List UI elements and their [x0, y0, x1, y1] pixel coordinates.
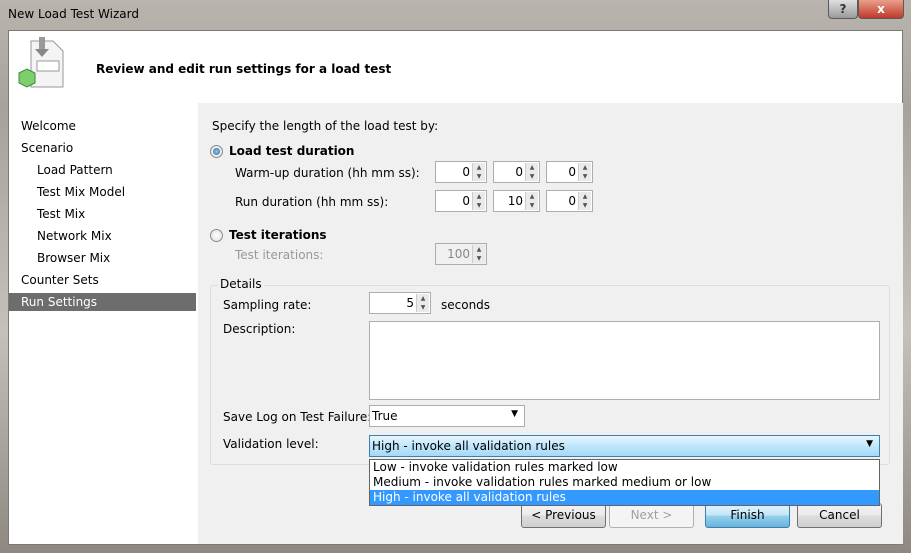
- nav-item-load-pattern[interactable]: Load Pattern: [37, 161, 113, 179]
- chevron-down-icon: ▼: [511, 409, 518, 419]
- option-low[interactable]: Low - invoke validation rules marked low: [370, 460, 879, 475]
- iterations-option-label[interactable]: Test iterations: [229, 228, 327, 242]
- value: 0: [462, 194, 470, 208]
- nav-item-run-settings[interactable]: Run Settings: [9, 293, 196, 311]
- run-hours-spinner[interactable]: 0 ▲ ▼: [435, 190, 487, 212]
- save-log-dropdown[interactable]: True ▼: [369, 405, 525, 427]
- warmup-label: Warm-up duration (hh mm ss):: [235, 166, 420, 180]
- spinner-arrows-icon[interactable]: ▲ ▼: [416, 294, 429, 312]
- validation-level-dropdown[interactable]: High - invoke all validation rules ▼: [369, 435, 880, 457]
- cancel-button[interactable]: Cancel: [797, 503, 882, 528]
- wizard-nav: Welcome Scenario Load Pattern Test Mix M…: [9, 103, 197, 544]
- selected-value: True: [372, 409, 398, 423]
- duration-radio[interactable]: [210, 145, 223, 158]
- details-legend: Details: [218, 277, 264, 291]
- header-title: Review and edit run settings for a load …: [96, 62, 392, 76]
- description-textarea[interactable]: [369, 321, 880, 400]
- iterations-radio[interactable]: [210, 229, 223, 242]
- duration-option-label[interactable]: Load test duration: [229, 144, 354, 158]
- iterations-label: Test iterations:: [235, 248, 324, 262]
- help-button[interactable]: ?: [828, 0, 858, 19]
- nav-item-test-mix[interactable]: Test Mix: [37, 205, 85, 223]
- close-button[interactable]: x: [858, 0, 904, 19]
- previous-button[interactable]: < Previous: [521, 503, 606, 528]
- nav-item-counter-sets[interactable]: Counter Sets: [21, 271, 99, 289]
- description-label: Description:: [223, 322, 296, 336]
- save-log-label: Save Log on Test Failure:: [223, 410, 372, 424]
- load-test-wizard-icon: [18, 37, 64, 88]
- nav-item-test-mix-model[interactable]: Test Mix Model: [37, 183, 125, 201]
- spinner-arrows-icon[interactable]: ▲ ▼: [525, 163, 538, 181]
- value: 100: [447, 247, 470, 261]
- nav-item-network-mix[interactable]: Network Mix: [37, 227, 112, 245]
- finish-button[interactable]: Finish: [705, 503, 790, 528]
- sampling-rate-label: Sampling rate:: [223, 298, 312, 312]
- nav-item-browser-mix[interactable]: Browser Mix: [37, 249, 110, 267]
- value: 0: [568, 194, 576, 208]
- value: 0: [515, 165, 523, 179]
- spinner-arrows-icon[interactable]: ▲ ▼: [578, 163, 591, 181]
- spinner-arrows-icon[interactable]: ▲ ▼: [525, 192, 538, 210]
- sampling-unit: seconds: [441, 298, 491, 312]
- option-high[interactable]: High - invoke all validation rules: [370, 490, 879, 505]
- spinner-arrows-icon[interactable]: ▲ ▼: [472, 163, 485, 181]
- warmup-hours-spinner[interactable]: 0 ▲ ▼: [435, 161, 487, 183]
- chevron-down-icon: ▼: [866, 439, 873, 449]
- spinner-arrows-icon: ▲ ▼: [472, 245, 485, 263]
- nav-item-scenario[interactable]: Scenario: [21, 139, 73, 157]
- next-button: Next >: [609, 503, 694, 528]
- value: 0: [568, 165, 576, 179]
- run-minutes-spinner[interactable]: 10 ▲ ▼: [493, 190, 540, 212]
- value: 0: [462, 165, 470, 179]
- warmup-seconds-spinner[interactable]: 0 ▲ ▼: [546, 161, 593, 183]
- selected-value: High - invoke all validation rules: [372, 439, 565, 453]
- window-title: New Load Test Wizard: [8, 7, 139, 21]
- value: 10: [507, 194, 523, 208]
- validation-level-options: Low - invoke validation rules marked low…: [369, 459, 880, 506]
- run-duration-label: Run duration (hh mm ss):: [235, 195, 389, 209]
- spinner-arrows-icon[interactable]: ▲ ▼: [578, 192, 591, 210]
- sampling-rate-spinner[interactable]: 5 ▲ ▼: [369, 292, 431, 314]
- value: 5: [406, 296, 414, 310]
- nav-item-welcome[interactable]: Welcome: [21, 117, 76, 135]
- length-prompt: Specify the length of the load test by:: [212, 119, 439, 133]
- validation-level-label: Validation level:: [223, 437, 319, 451]
- option-medium[interactable]: Medium - invoke validation rules marked …: [370, 475, 879, 490]
- run-seconds-spinner[interactable]: 0 ▲ ▼: [546, 190, 593, 212]
- wizard-header: Review and edit run settings for a load …: [9, 31, 902, 103]
- warmup-minutes-spinner[interactable]: 0 ▲ ▼: [493, 161, 540, 183]
- spinner-arrows-icon[interactable]: ▲ ▼: [472, 192, 485, 210]
- iterations-spinner: 100 ▲ ▼: [435, 243, 487, 265]
